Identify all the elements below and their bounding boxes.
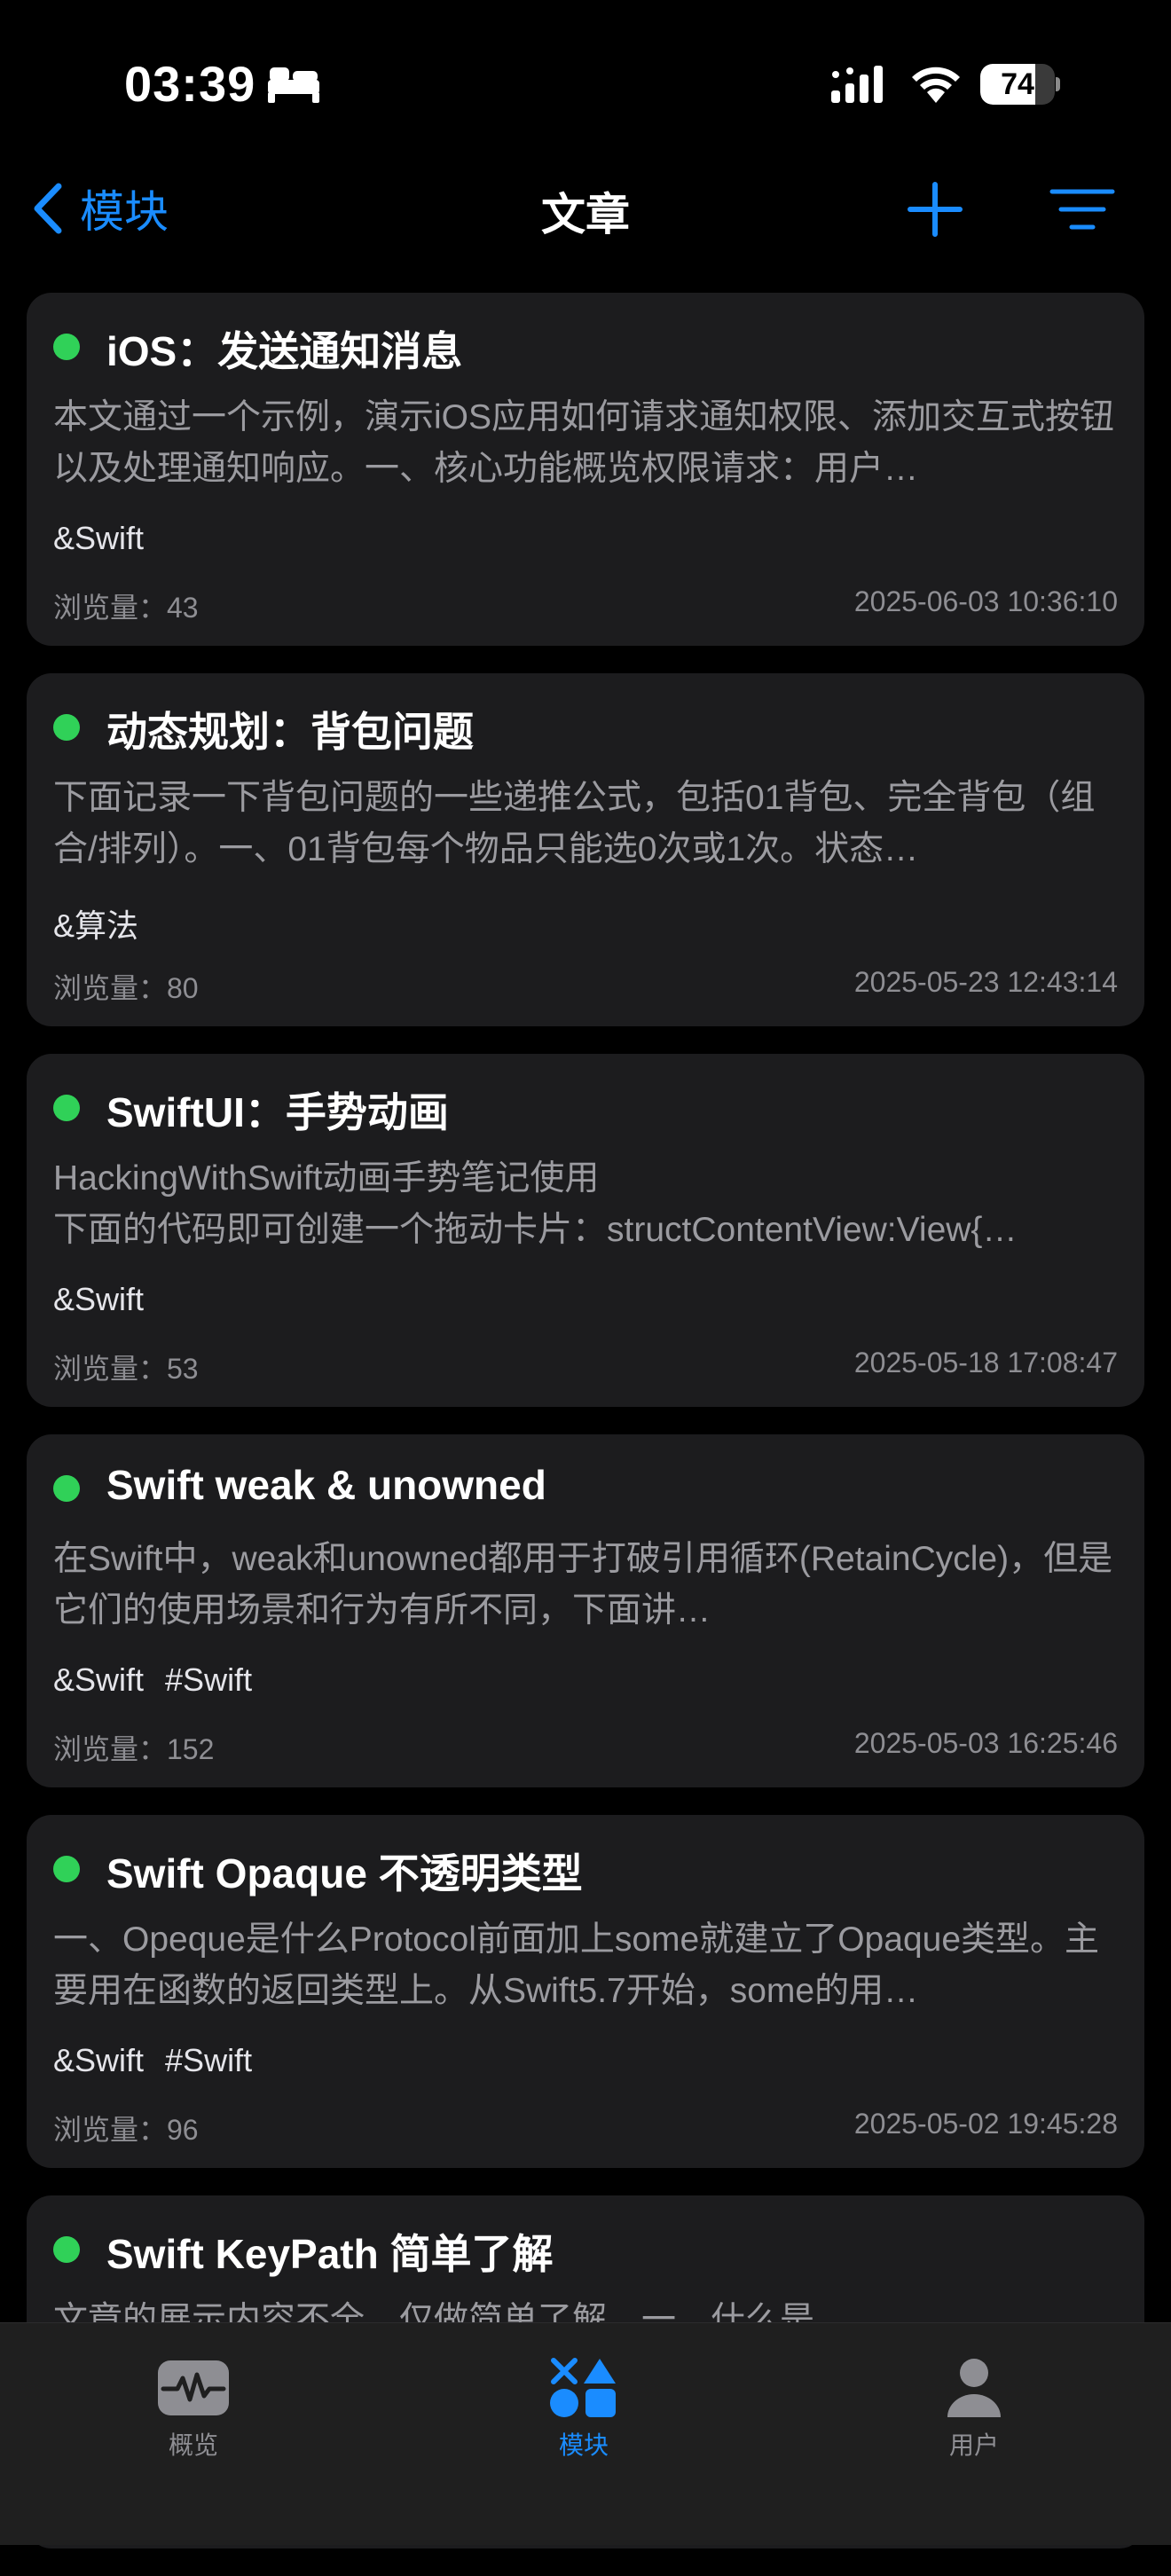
article-card[interactable]: Swift Opaque 不透明类型一、Opeque是什么Protocol前面加… [27,1815,1144,2168]
article-card[interactable]: Swift weak & unowned 在Swift中，weak和unowned… [27,1434,1144,1787]
article-summary: HackingWithSwift动画手势笔记使用 下面的代码即可创建一个拖动卡片… [53,1159,1018,1249]
tag-label: &Swift [53,2042,145,2078]
tag-label: #Swift [165,1661,253,1698]
article-tags: &Swift [53,520,144,557]
tab-label: 模块 [558,2431,609,2459]
view-count: 浏览量：96 [53,2114,199,2146]
status-dot [53,714,80,741]
article-tags: &Swift [53,1281,144,1318]
tab-modules[interactable]: 模块 [495,2341,672,2474]
article-tags: &Swift #Swift [53,1661,252,1699]
article-summary: 下面记录一下背包问题的一些递推公式，包括01背包、完全背包（组合/排列）。一、0… [53,779,1096,868]
person-icon [947,2359,1001,2417]
plus-icon[interactable] [903,177,967,241]
article-title: iOS：发送通知消息 [106,328,463,374]
view-count: 浏览量：43 [53,592,199,624]
tab-overview[interactable]: 概览 [105,2341,282,2474]
tab-user[interactable]: 用户 [885,2341,1063,2474]
waveform-icon [158,2360,229,2415]
article-title: 动态规划：背包问题 [106,709,474,755]
article-summary: 在Swift中，weak和unowned都用于打破引用循环(RetainCycl… [53,1540,1113,1630]
article-date: 2025-05-18 17:08:47 [853,1347,1118,1378]
back-button[interactable]: 模块 [30,169,169,248]
back-button-label: 模块 [80,187,169,237]
article-date: 2025-06-03 10:36:10 [853,585,1118,617]
tag-label: &Swift [53,1661,145,1698]
article-date: 2025-05-02 19:45:28 [853,2108,1118,2140]
battery-body: 74 [980,64,1055,105]
navigation-bar [0,169,1171,293]
battery-percent: 74 [1001,67,1034,101]
article-tags: &Swift #Swift [53,2042,252,2079]
tag-label: &Swift [53,1281,145,1317]
chevron-left-icon [34,183,62,234]
tab-label: 概览 [168,2431,218,2459]
status-dot [53,334,80,360]
article-card[interactable]: iOS：发送通知消息本文通过一个示例，演示iOS应用如何请求通知权限、添加交互式… [27,293,1144,646]
filter-icon[interactable] [1049,183,1116,236]
view-count: 浏览量：53 [53,1353,199,1385]
view-count: 浏览量：152 [53,1733,215,1765]
article-title: SwiftUI：手势动画 [106,1089,449,1135]
sleep-icon [268,67,319,103]
article-tags: &算法 [53,900,138,946]
shapes-icon [550,2358,616,2417]
status-bar: 03:39 74 [0,0,1171,169]
tab-bar: 概览 模块 用户 [0,2322,1171,2545]
article-card[interactable]: 动态规划：背包问题下面记录一下背包问题的一些递推公式，包括01背包、完全背包（组… [27,673,1144,1026]
status-dot [53,2236,80,2263]
status-dot [53,1095,80,1121]
article-summary: 一、Opeque是什么Protocol前面加上some就建立了Opaque类型。… [53,1920,1100,2010]
battery-tip [1056,77,1060,91]
status-dot [53,1856,80,1882]
tag-label: #Swift [165,2042,253,2078]
status-dot [53,1475,80,1502]
tag-label: &Swift [53,520,145,556]
article-title: Swift Opaque 不透明类型 [106,1850,583,1897]
view-count: 浏览量：80 [53,972,199,1004]
article-date: 2025-05-03 16:25:46 [853,1727,1118,1759]
article-title: Swift KeyPath 简单了解 [106,2231,554,2277]
battery-icon: 74 [980,64,1060,105]
article-date: 2025-05-23 12:43:14 [853,966,1118,998]
wifi-icon [912,67,960,103]
article-title: Swift weak & unowned [106,1462,546,1508]
cellular-signal-icon [831,66,883,103]
status-time: 03:39 [124,56,256,112]
tab-label: 用户 [948,2431,999,2459]
tag-label: &算法 [53,907,139,944]
article-summary: 本文通过一个示例，演示iOS应用如何请求通知权限、添加交互式按钮以及处理通知响应… [53,398,1115,488]
article-list: iOS：发送通知消息本文通过一个示例，演示iOS应用如何请求通知权限、添加交互式… [27,293,1144,2576]
article-card[interactable]: SwiftUI：手势动画 HackingWithSwift动画手势笔记使用 下面的… [27,1054,1144,1407]
